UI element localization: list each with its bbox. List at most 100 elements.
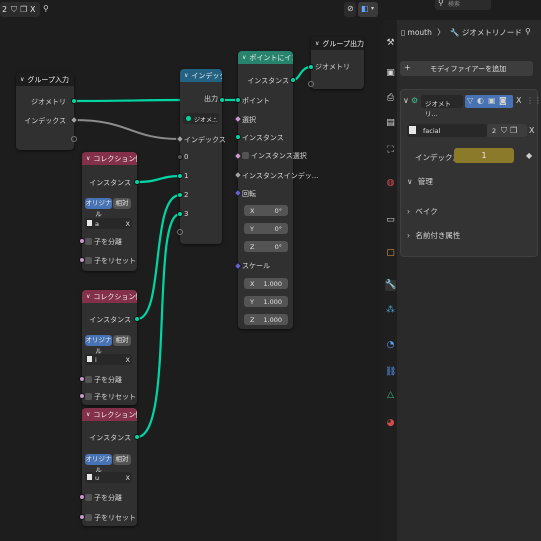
instance-on-points-node[interactable]: ∨ ポイントにインスタ... インスタンス ポイント 選択 インスタンス インス… <box>233 51 318 329</box>
unlink-node-group-button[interactable]: X <box>529 126 534 135</box>
constraints-icon[interactable]: ⛓ <box>385 367 396 378</box>
panel-named-attributes[interactable]: › 名前付き属性 <box>407 230 460 241</box>
object-icon[interactable]: ▢ <box>385 248 396 259</box>
collapse-chevron-icon[interactable]: ∨ <box>184 72 188 79</box>
modifier-wrench-icon[interactable]: 🔧 <box>385 280 396 291</box>
collection-info-header[interactable]: ∨ コレクション情報 <box>82 152 137 165</box>
output-instances-socket[interactable] <box>134 179 140 185</box>
output-instances-socket[interactable] <box>134 316 140 322</box>
reset-children-checkbox[interactable] <box>85 257 92 264</box>
reset-children-checkbox[interactable] <box>85 514 92 521</box>
transform-original-toggle[interactable]: オリジナル <box>85 335 112 355</box>
properties-search[interactable]: ⚲ 検索 <box>435 0 491 10</box>
group-output-node[interactable]: ∨ グループ出力 ジオメトリ <box>308 37 364 89</box>
collection-info-node-2[interactable]: ∨ コレクション情報 インスタンス オリジナル 相対 i X 子を分離 子をリセ… <box>79 290 140 405</box>
world-icon[interactable]: ◍ <box>385 178 396 189</box>
node-group-selector[interactable]: facial <box>407 124 487 137</box>
add-modifier-button[interactable]: + モディファイアーを追加 <box>400 61 533 76</box>
transform-relative-toggle[interactable]: 相対 <box>113 335 131 346</box>
collection-field[interactable]: u X <box>85 472 132 483</box>
collection-icon[interactable]: ▭ <box>385 215 396 226</box>
rotation-y-field[interactable]: Y 0° <box>244 223 288 234</box>
group-input-node[interactable]: ∨ グループ入力 ジオメトリ インデックス <box>16 73 79 150</box>
input-geometry-socket[interactable] <box>308 64 314 70</box>
collapse-chevron-icon[interactable]: ∨ <box>20 76 24 83</box>
collapse-chevron-icon[interactable]: ∨ <box>86 411 90 418</box>
output-instances-socket[interactable] <box>290 77 296 83</box>
input-empty-socket[interactable] <box>308 81 314 87</box>
scale-x-field[interactable]: X 1.000 <box>244 278 288 289</box>
clear-collection-button[interactable]: X <box>126 474 130 482</box>
transform-original-toggle[interactable]: オリジナル <box>85 454 112 474</box>
material-icon[interactable]: ◕ <box>385 418 396 429</box>
on-cage-icon[interactable]: ◐ <box>477 97 484 105</box>
drag-handle-icon[interactable]: ⋮⋮ <box>526 97 541 105</box>
keyframe-diamond-icon[interactable]: ◆ <box>526 152 532 160</box>
transform-relative-toggle[interactable]: 相対 <box>113 454 131 465</box>
group-input-header[interactable]: ∨ グループ入力 <box>16 73 74 86</box>
index-switch-header[interactable]: ∨ インデックス... <box>180 69 222 82</box>
collapse-chevron-icon[interactable]: ∨ <box>315 40 319 47</box>
collapse-chevron-icon[interactable]: ∨ <box>242 54 246 61</box>
separate-children-checkbox[interactable] <box>85 494 92 501</box>
input-empty-socket[interactable] <box>177 229 183 235</box>
scale-z-field[interactable]: Z 1.000 <box>244 314 288 325</box>
render-icon[interactable]: ▣ <box>385 68 396 79</box>
collection-field[interactable]: i X <box>85 354 132 365</box>
transform-original-toggle[interactable]: オリジナル <box>85 198 112 218</box>
panel-bake[interactable]: › ベイク <box>407 206 438 217</box>
object-data-icon[interactable]: △ <box>385 390 396 401</box>
panel-manage[interactable]: ∨ 管理 <box>407 176 433 187</box>
collapse-chevron-icon[interactable]: ∨ <box>86 293 90 300</box>
collection-info-header[interactable]: ∨ コレクション情報 <box>82 408 137 421</box>
index-switch-node[interactable]: ∨ インデックス... 出力 ジオメ... ⌄ インデックス 0 1 2 3 <box>175 69 226 244</box>
output-socket[interactable] <box>219 97 225 103</box>
duplicate-icon[interactable]: ❐ <box>510 127 517 135</box>
tool-icon[interactable]: ⚒ <box>385 38 396 49</box>
rotation-z-field[interactable]: Z 0° <box>244 241 288 252</box>
input-3-socket[interactable] <box>177 211 183 217</box>
scale-y-field[interactable]: Y 1.000 <box>244 296 288 307</box>
output-empty-socket[interactable] <box>71 136 77 142</box>
separate-children-checkbox[interactable] <box>85 376 92 383</box>
transform-relative-toggle[interactable]: 相対 <box>113 198 131 209</box>
group-output-header[interactable]: ∨ グループ出力 <box>311 37 364 50</box>
clear-collection-button[interactable]: X <box>126 356 130 364</box>
scene-icon[interactable]: ⛶ <box>385 145 396 156</box>
output-instances-socket[interactable] <box>134 434 140 440</box>
pin-icon[interactable]: ⚲ <box>525 28 531 36</box>
edit-mode-icon[interactable]: ▽ <box>467 97 473 105</box>
pick-instance-checkbox[interactable] <box>242 152 249 159</box>
render-camera-icon[interactable]: ◙ <box>499 97 507 105</box>
view-layer-icon[interactable]: ▤ <box>385 118 396 129</box>
fake-user-shield-icon[interactable]: ⛉ <box>501 127 507 135</box>
input-1-socket[interactable] <box>177 173 183 179</box>
collection-field[interactable]: a X <box>85 218 132 229</box>
modifier-name-field[interactable]: ジオメトリ... <box>421 95 463 118</box>
output-geometry-socket[interactable] <box>71 98 77 104</box>
input-instance-socket[interactable] <box>235 134 241 140</box>
collapse-chevron-icon[interactable]: ∨ <box>403 97 409 105</box>
delete-modifier-button[interactable]: X <box>516 96 521 105</box>
data-type-dropdown[interactable]: ジオメ... ⌄ <box>183 113 219 124</box>
collection-info-node-3[interactable]: ∨ コレクション情報 インスタンス オリジナル 相対 u X 子を分離 子をリセ… <box>79 408 140 526</box>
instance-on-points-header[interactable]: ∨ ポイントにインスタ... <box>238 51 293 64</box>
collapse-chevron-icon[interactable]: ∨ <box>86 155 90 162</box>
viewport-display-icon[interactable]: ▣ <box>488 97 496 105</box>
particles-icon[interactable]: ⁂ <box>385 305 396 316</box>
node-editor[interactable]: 2 ⛉ ❐ X ⚲ ⊘ ◧ ▾ ∨ グループ入力 ジオメトリ インデックス ∨ … <box>0 0 383 541</box>
rotation-x-field[interactable]: X 0° <box>244 205 288 216</box>
input-0-socket[interactable] <box>177 154 183 160</box>
reset-children-checkbox[interactable] <box>85 393 92 400</box>
input-2-socket[interactable] <box>177 192 183 198</box>
clear-collection-button[interactable]: X <box>126 220 130 228</box>
physics-icon[interactable]: ◔ <box>385 340 396 351</box>
input-points-socket[interactable] <box>235 97 241 103</box>
collection-info-header[interactable]: ∨ コレクション情報 <box>82 290 137 303</box>
collection-info-node-1[interactable]: ∨ コレクション情報 インスタンス オリジナル 相対 a X 子を分離 子をリセ… <box>79 152 140 271</box>
breadcrumb-object[interactable]: mouth <box>408 28 432 37</box>
index-input-field[interactable]: 1 <box>454 148 514 163</box>
output-icon[interactable]: ⎙ <box>385 93 396 104</box>
node-group-user-controls[interactable]: 2 ⛉ ❐ <box>487 124 527 137</box>
separate-children-checkbox[interactable] <box>85 238 92 245</box>
